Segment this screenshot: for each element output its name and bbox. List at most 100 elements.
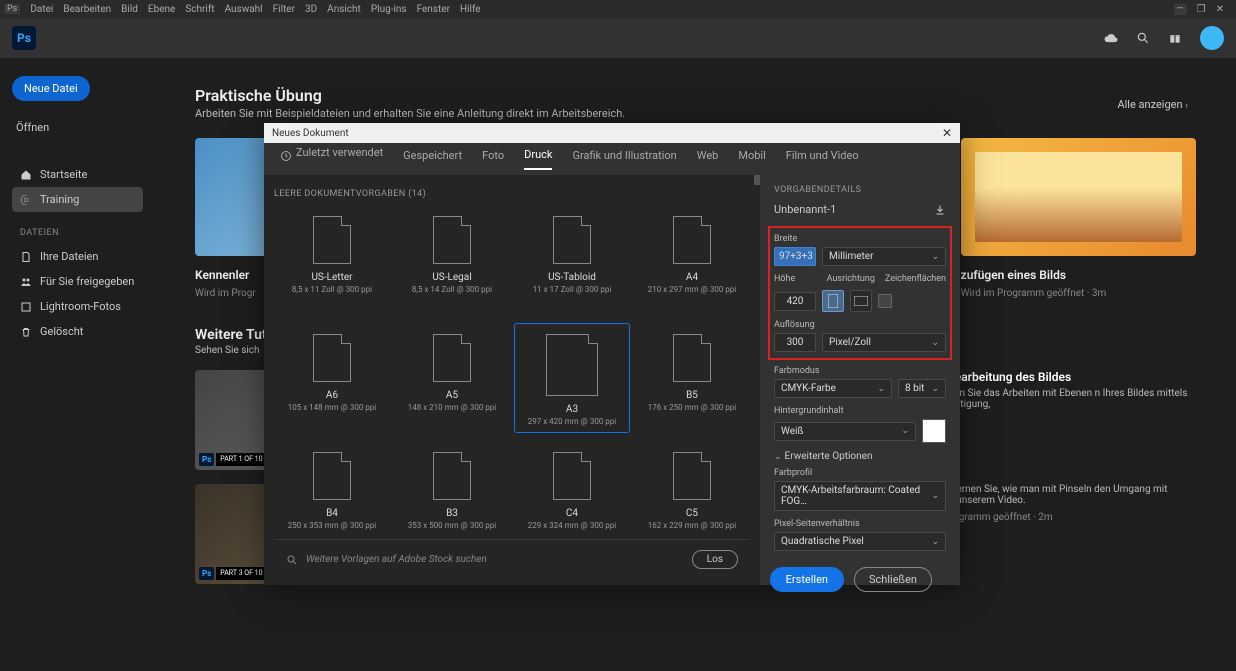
tab-recent[interactable]: Zuletzt verwendet bbox=[280, 146, 383, 173]
stock-search-bar: Weitere Vorlagen auf Adobe Stock suchen … bbox=[274, 539, 750, 579]
tutorial-card[interactable]: zufügen eines Bilds Wird im Programm geö… bbox=[961, 138, 1196, 299]
orientation-landscape-button[interactable] bbox=[850, 290, 872, 312]
menu-item[interactable]: Datei bbox=[30, 4, 53, 15]
document-name-input[interactable]: Unbenannt-1 bbox=[774, 203, 934, 216]
preset-item[interactable]: B5 176 x 250 mm @ 300 ppi bbox=[634, 323, 750, 433]
gift-icon[interactable] bbox=[1168, 31, 1182, 45]
scrollbar[interactable] bbox=[754, 175, 760, 185]
preset-item[interactable]: A6 105 x 148 mm @ 300 ppi bbox=[274, 323, 390, 433]
minimize-icon[interactable]: — bbox=[1174, 4, 1187, 15]
part-badge: PART 1 OF 10 bbox=[216, 453, 266, 466]
sidebar-item-shared[interactable]: Für Sie freigegeben bbox=[12, 269, 143, 294]
stock-search-input[interactable]: Weitere Vorlagen auf Adobe Stock suchen bbox=[306, 554, 487, 565]
sidebar-item-your-files[interactable]: Ihre Dateien bbox=[12, 244, 143, 269]
menu-item[interactable]: Bild bbox=[121, 4, 138, 15]
sidebar-item-label: Training bbox=[40, 193, 79, 206]
lightroom-icon bbox=[20, 301, 32, 313]
preset-name: US-Letter bbox=[311, 272, 352, 283]
tab-web[interactable]: Web bbox=[697, 149, 719, 169]
close-icon[interactable]: ✕ bbox=[942, 126, 952, 140]
restore-icon[interactable]: ❐ bbox=[1197, 4, 1206, 15]
avatar[interactable] bbox=[1200, 26, 1224, 50]
menu-item[interactable]: Bearbeiten bbox=[63, 4, 111, 15]
document-icon bbox=[673, 452, 711, 500]
preset-dimensions: 229 x 324 mm @ 300 ppi bbox=[528, 521, 616, 530]
document-icon bbox=[553, 216, 591, 264]
preset-item[interactable]: A3 297 x 420 mm @ 300 ppi bbox=[514, 323, 630, 433]
sidebar-item-training[interactable]: Training bbox=[12, 187, 143, 212]
background-label: Hintergrundinhalt bbox=[774, 406, 946, 416]
tab-film[interactable]: Film und Video bbox=[786, 149, 859, 169]
preset-item[interactable]: B3 353 x 500 mm @ 300 ppi bbox=[394, 441, 510, 539]
tab-print[interactable]: Druck bbox=[524, 148, 552, 170]
cloud-icon[interactable] bbox=[1104, 31, 1118, 45]
chevron-down-icon: ⌄ bbox=[901, 426, 909, 436]
menu-item[interactable]: Ebene bbox=[148, 4, 175, 15]
preset-name: B4 bbox=[326, 508, 338, 519]
tab-saved[interactable]: Gespeichert bbox=[403, 149, 462, 169]
background-color-swatch[interactable] bbox=[922, 419, 946, 443]
preset-item[interactable]: A5 148 x 210 mm @ 300 ppi bbox=[394, 323, 510, 433]
preset-item[interactable]: B4 250 x 353 mm @ 300 ppi bbox=[274, 441, 390, 539]
background-select[interactable]: Weiß⌄ bbox=[774, 422, 916, 441]
card-thumbnail bbox=[961, 138, 1196, 256]
preset-item[interactable]: A4 210 x 297 mm @ 300 ppi bbox=[634, 205, 750, 315]
preset-item[interactable]: US-Letter 8,5 x 11 Zoll @ 300 ppi bbox=[274, 205, 390, 315]
close-button[interactable]: Schließen bbox=[854, 567, 932, 592]
new-document-dialog: Neues Dokument ✕ Zuletzt verwendet Gespe… bbox=[264, 123, 960, 585]
stock-go-button[interactable]: Los bbox=[692, 550, 738, 569]
create-button[interactable]: Erstellen bbox=[770, 567, 844, 592]
view-all-link[interactable]: Alle anzeigen › bbox=[1117, 98, 1188, 111]
orientation-portrait-button[interactable] bbox=[822, 290, 844, 312]
height-input[interactable]: 420 bbox=[774, 292, 816, 311]
trash-icon bbox=[20, 326, 32, 338]
search-icon[interactable] bbox=[1136, 31, 1150, 45]
artboards-checkbox[interactable] bbox=[878, 294, 892, 308]
category-tabs: Zuletzt verwendet Gespeichert Foto Druck… bbox=[264, 143, 960, 175]
menu-item[interactable]: Hilfe bbox=[460, 4, 481, 15]
colorprofile-select[interactable]: CMYK-Arbeitsfarbraum: Coated FOG…⌄ bbox=[774, 481, 946, 511]
menu-item[interactable]: 3D bbox=[305, 4, 317, 15]
part-badge: PART 3 OF 10 bbox=[216, 567, 266, 580]
learn-icon bbox=[20, 194, 32, 206]
unit-select[interactable]: Millimeter⌄ bbox=[822, 247, 946, 266]
chevron-right-icon: › bbox=[1185, 101, 1188, 111]
open-link[interactable]: Öffnen bbox=[12, 113, 143, 142]
tab-mobile[interactable]: Mobil bbox=[738, 149, 765, 169]
preset-name: B5 bbox=[686, 390, 698, 401]
preset-item[interactable]: US-Legal 8,5 x 14 Zoll @ 300 ppi bbox=[394, 205, 510, 315]
save-preset-icon[interactable] bbox=[934, 204, 946, 216]
menu-item[interactable]: Fenster bbox=[417, 4, 450, 15]
sidebar-item-home[interactable]: Startseite bbox=[12, 162, 143, 187]
new-file-button[interactable]: Neue Datei bbox=[12, 76, 90, 101]
sidebar-item-deleted[interactable]: Gelöscht bbox=[12, 319, 143, 344]
bitdepth-select[interactable]: 8 bit⌄ bbox=[898, 379, 946, 398]
resolution-input[interactable]: 300 bbox=[774, 333, 816, 352]
tab-photo[interactable]: Foto bbox=[482, 149, 504, 169]
colormode-select[interactable]: CMYK-Farbe⌄ bbox=[774, 379, 892, 398]
portrait-icon bbox=[828, 294, 838, 308]
menu-item[interactable]: Auswahl bbox=[225, 4, 263, 15]
sidebar-item-lightroom[interactable]: Lightroom-Fotos bbox=[12, 294, 143, 319]
document-icon bbox=[313, 216, 351, 264]
window-close-icon[interactable]: ✕ bbox=[1216, 4, 1224, 15]
preset-item[interactable]: US-Tabloid 11 x 17 Zoll @ 300 ppi bbox=[514, 205, 630, 315]
resolution-unit-select[interactable]: Pixel/Zoll⌄ bbox=[822, 333, 946, 352]
menu-item[interactable]: Ansicht bbox=[327, 4, 361, 15]
advanced-options-toggle[interactable]: ⌄Erweiterte Optionen bbox=[774, 451, 946, 462]
menu-item[interactable]: Filter bbox=[273, 4, 295, 15]
tab-art[interactable]: Grafik und Illustration bbox=[572, 149, 676, 169]
preset-name: A5 bbox=[446, 390, 458, 401]
menu-item[interactable]: Schrift bbox=[185, 4, 214, 15]
sidebar-section-label: DATEIEN bbox=[20, 228, 135, 238]
chevron-down-icon: ⌄ bbox=[774, 452, 782, 462]
preset-item[interactable]: C4 229 x 324 mm @ 300 ppi bbox=[514, 441, 630, 539]
width-input[interactable]: 97+3+3 bbox=[774, 247, 816, 266]
pixelaspect-select[interactable]: Quadratische Pixel⌄ bbox=[774, 532, 946, 551]
card-title: zufügen eines Bilds bbox=[961, 268, 1196, 282]
dialog-title: Neues Dokument bbox=[272, 128, 349, 139]
ps-badge: Ps bbox=[4, 4, 20, 14]
preset-item[interactable]: C5 162 x 229 mm @ 300 ppi bbox=[634, 441, 750, 539]
menu-item[interactable]: Plug-ins bbox=[371, 4, 407, 15]
clock-icon bbox=[280, 150, 292, 162]
